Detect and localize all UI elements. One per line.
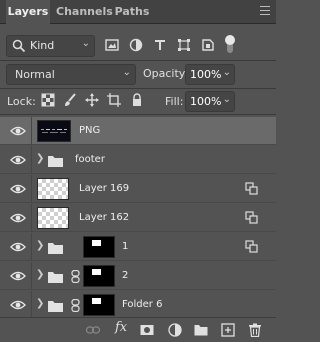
fill-label: Fill: bbox=[165, 95, 184, 108]
layers-bottom-toolbar: fx bbox=[0, 317, 276, 342]
layer-name[interactable]: Folder 6 bbox=[122, 299, 162, 310]
opacity-field[interactable]: 100% ⌄ bbox=[185, 64, 235, 85]
divider bbox=[31, 146, 32, 174]
eye-icon[interactable] bbox=[10, 125, 26, 137]
folder-icon bbox=[48, 301, 63, 312]
eye-icon[interactable] bbox=[10, 299, 26, 311]
divider bbox=[31, 291, 32, 317]
layer-row[interactable]: Layer 162 bbox=[0, 204, 276, 232]
new-layer-icon[interactable] bbox=[221, 323, 235, 337]
panel-menu-icon[interactable] bbox=[260, 6, 270, 16]
eye-icon[interactable] bbox=[10, 183, 26, 195]
expand-chevron-icon[interactable]: ❯ bbox=[36, 240, 44, 251]
panel-tab-bar: Layers Channels Paths bbox=[0, 0, 276, 25]
smart-object-badge-icon bbox=[245, 182, 258, 195]
shape-filter-icon[interactable] bbox=[177, 38, 191, 52]
type-filter-icon[interactable] bbox=[153, 38, 167, 52]
layer-row[interactable]: ❯ 1 bbox=[0, 233, 276, 261]
folder-icon bbox=[48, 243, 63, 254]
pixel-filter-icon[interactable] bbox=[105, 38, 119, 52]
lock-position-icon[interactable] bbox=[85, 93, 99, 107]
new-group-icon[interactable] bbox=[194, 323, 208, 337]
blend-mode-value: Normal bbox=[15, 68, 55, 81]
layer-row[interactable]: ❯ footer bbox=[0, 146, 276, 174]
lock-label: Lock: bbox=[7, 95, 36, 108]
add-layer-style-icon[interactable]: fx bbox=[115, 320, 127, 335]
expand-chevron-icon[interactable]: ❯ bbox=[36, 298, 44, 309]
chevron-down-icon[interactable]: ⌄ bbox=[223, 67, 231, 78]
opacity-label: Opacity: bbox=[143, 67, 189, 80]
chevron-down-icon: ⌄ bbox=[122, 67, 131, 78]
layer-thumbnail bbox=[37, 207, 69, 229]
smart-object-badge-icon bbox=[245, 240, 258, 253]
layer-row[interactable]: ❯ Folder 6 bbox=[0, 291, 276, 317]
blend-mode-dropdown[interactable]: Normal ⌄ bbox=[6, 64, 136, 85]
eye-icon[interactable] bbox=[10, 212, 26, 224]
layer-name[interactable]: 2 bbox=[122, 270, 128, 281]
fill-field[interactable]: 100% ⌄ bbox=[185, 91, 235, 112]
expand-chevron-icon[interactable]: ❯ bbox=[36, 269, 44, 280]
layer-name[interactable]: Layer 162 bbox=[79, 212, 129, 223]
search-icon bbox=[12, 39, 26, 53]
filter-kind-label: Kind bbox=[30, 39, 55, 52]
lock-transparent-pixels-icon[interactable] bbox=[41, 93, 55, 107]
delete-layer-icon[interactable] bbox=[248, 323, 262, 337]
filter-kind-dropdown[interactable]: Kind ⌄ bbox=[6, 35, 95, 57]
chevron-down-icon[interactable]: ⌄ bbox=[223, 94, 231, 105]
lock-artboard-icon[interactable] bbox=[107, 93, 121, 107]
add-mask-icon[interactable] bbox=[140, 323, 154, 337]
layer-row[interactable]: ❯ 2 bbox=[0, 262, 276, 290]
divider bbox=[31, 262, 32, 290]
layer-name[interactable]: Layer 169 bbox=[79, 183, 129, 194]
folder-icon bbox=[48, 156, 63, 167]
divider bbox=[31, 233, 32, 261]
adjustment-filter-icon[interactable] bbox=[129, 38, 143, 52]
tab-channels[interactable]: Channels bbox=[56, 0, 113, 24]
layer-row[interactable]: Layer 169 bbox=[0, 175, 276, 203]
eye-icon[interactable] bbox=[10, 270, 26, 282]
fill-value: 100% bbox=[190, 95, 222, 108]
layer-name[interactable]: PNG bbox=[79, 125, 100, 136]
mask-link-icon[interactable] bbox=[71, 299, 80, 312]
divider bbox=[31, 204, 32, 232]
lock-all-icon[interactable] bbox=[130, 93, 144, 107]
lock-image-pixels-icon[interactable] bbox=[63, 93, 77, 107]
layer-mask-thumbnail[interactable] bbox=[83, 294, 115, 316]
opacity-value: 100% bbox=[190, 68, 222, 81]
link-layers-icon[interactable] bbox=[86, 323, 100, 337]
divider bbox=[0, 60, 276, 61]
eye-icon[interactable] bbox=[10, 241, 26, 253]
layer-thumbnail bbox=[37, 120, 71, 142]
divider bbox=[31, 175, 32, 203]
new-adjustment-layer-icon[interactable] bbox=[168, 323, 182, 337]
layers-list[interactable]: PNG ❯ footer Layer 169 Layer 162 ❯ 1 ❯ 2… bbox=[0, 115, 276, 317]
divider bbox=[31, 117, 32, 145]
layer-mask-thumbnail[interactable] bbox=[83, 265, 115, 287]
eye-icon[interactable] bbox=[10, 154, 26, 166]
layer-row[interactable]: PNG bbox=[0, 117, 276, 145]
smart-object-filter-icon[interactable] bbox=[201, 38, 215, 52]
mask-link-icon[interactable] bbox=[71, 270, 80, 283]
divider bbox=[0, 88, 276, 89]
filter-toggle-switch[interactable] bbox=[225, 35, 235, 55]
layer-name[interactable]: 1 bbox=[122, 241, 128, 252]
folder-icon bbox=[48, 272, 63, 283]
tab-paths[interactable]: Paths bbox=[113, 0, 151, 24]
thumbnail-preview bbox=[41, 129, 67, 133]
layer-thumbnail bbox=[37, 178, 69, 200]
smart-object-badge-icon bbox=[245, 211, 258, 224]
tab-layers[interactable]: Layers bbox=[6, 0, 50, 25]
layer-mask-thumbnail[interactable] bbox=[83, 236, 115, 258]
expand-chevron-icon[interactable]: ❯ bbox=[36, 153, 44, 164]
layer-name[interactable]: footer bbox=[75, 154, 105, 165]
chevron-down-icon: ⌄ bbox=[81, 38, 90, 49]
